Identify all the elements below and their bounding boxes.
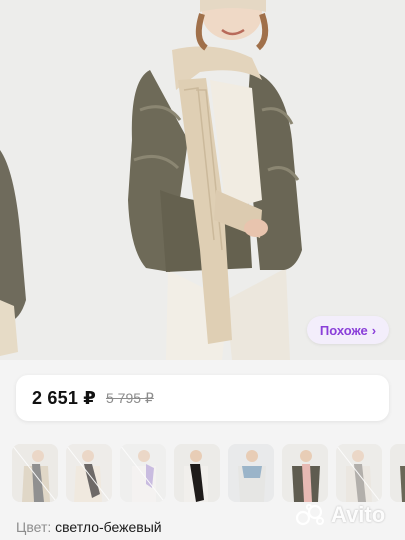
color-info: Цвет: светло-бежевый	[16, 519, 162, 535]
similar-button[interactable]: Похоже ›	[307, 316, 389, 344]
product-photo[interactable]: Похоже ›	[0, 0, 405, 360]
color-label: Цвет:	[16, 519, 52, 535]
swatch-1[interactable]	[12, 444, 58, 502]
price-current: 2 651 ₽	[32, 387, 96, 408]
swatch-3[interactable]	[120, 444, 166, 502]
color-swatches	[12, 444, 405, 504]
price-card: 2 651 ₽ 5 795 ₽	[16, 375, 389, 421]
swatch-8[interactable]	[390, 444, 405, 502]
avito-watermark-text: Avito	[331, 502, 386, 527]
swatch-5[interactable]	[228, 444, 274, 502]
similar-button-label: Похоже	[319, 322, 368, 338]
swatch-7[interactable]	[336, 444, 382, 502]
price-old: 5 795 ₽	[105, 389, 154, 406]
chevron-right-icon: ›	[371, 322, 377, 338]
product-photo-image	[0, 0, 405, 360]
swatch-4[interactable]	[174, 444, 220, 502]
swatch-2[interactable]	[66, 444, 112, 502]
color-value: светло-бежевый	[55, 519, 162, 535]
avito-watermark: Avito	[296, 502, 385, 528]
avito-logo-icon	[296, 504, 324, 526]
swatch-6[interactable]	[282, 444, 328, 502]
